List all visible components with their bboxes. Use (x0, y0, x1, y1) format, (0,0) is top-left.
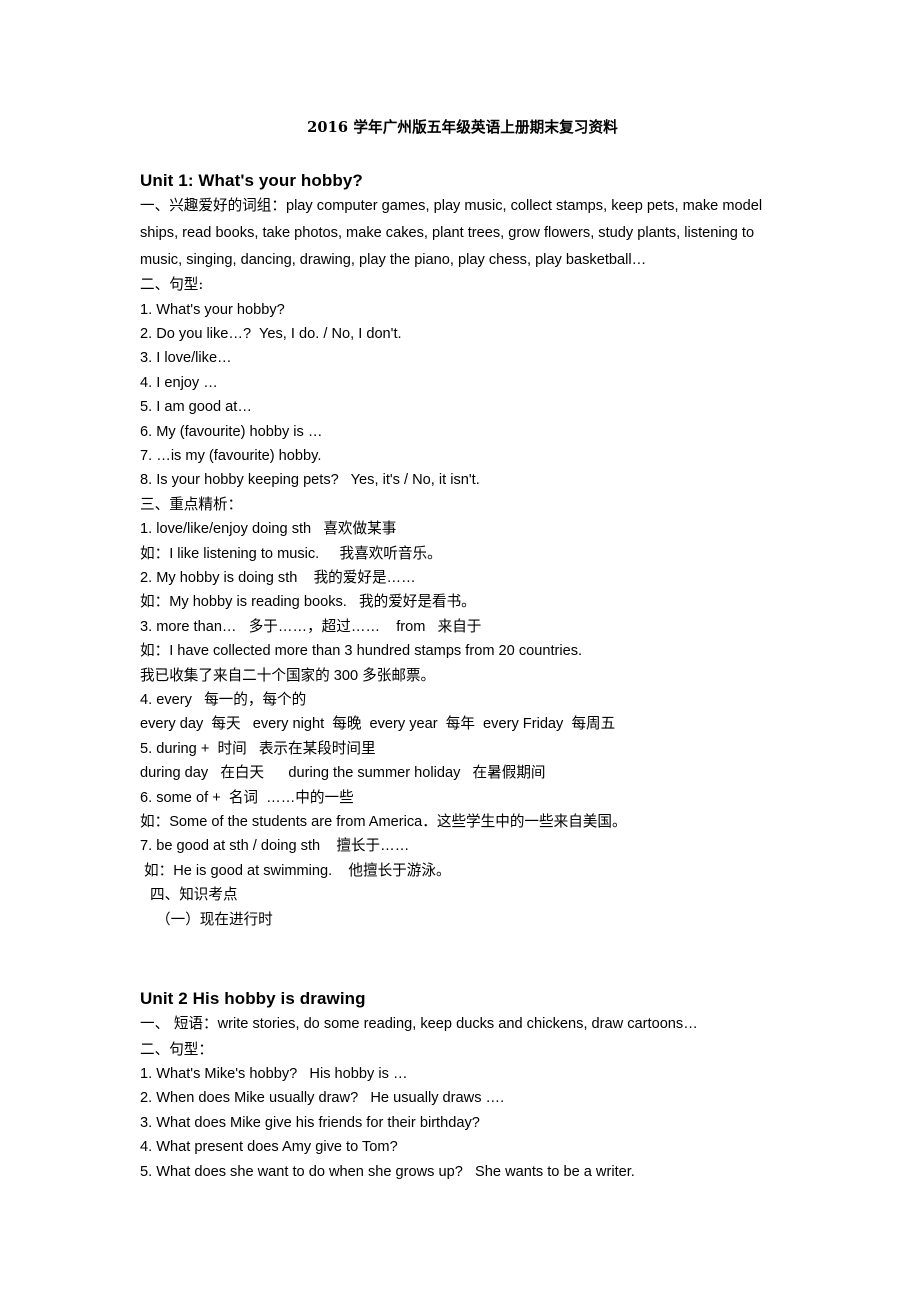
unit1-point-5-example: during day 在白天 during the summer holiday… (140, 765, 546, 782)
unit2-sentence-2: 2. When does Mike usually draw? He usual… (140, 1090, 505, 1107)
unit1-section4-label: 四、知识考点 (150, 886, 238, 904)
unit1-point-3-example: 如：I have collected more than 3 hundred s… (140, 643, 583, 660)
unit1-point-6: 6. some of + 名词 ……中的一些 (140, 789, 354, 806)
unit1-sentence-5: 5. I am good at… (140, 399, 252, 416)
document-page: 2016 学年广州版五年级英语上册期末复习资料 Unit 1: What's y… (0, 0, 920, 1302)
unit1-point-2-example: 如：My hobby is reading books. 我的爱好是看书。 (140, 594, 476, 611)
unit2-sentence-3: 3. What does Mike give his friends for t… (140, 1114, 480, 1131)
unit1-sentence-6: 6. My (favourite) hobby is … (140, 423, 323, 440)
unit2-section1-label: 一、 短语： (140, 1015, 218, 1033)
unit1-sentence-4: 4. I enjoy … (140, 374, 218, 391)
unit1-section3-label: 三、重点精析： (140, 495, 243, 513)
unit2-heading: Unit 2 His hobby is drawing (140, 989, 366, 1009)
unit1-section1-label: 一、兴趣爱好的词组： (140, 197, 286, 215)
unit1-sentence-7: 7. …is my (favourite) hobby. (140, 447, 322, 464)
unit1-point-7: 7. be good at sth / doing sth 擅长于…… (140, 838, 410, 855)
unit1-point-4-example: every day 每天 every night 每晚 every year 每… (140, 716, 616, 733)
unit1-point-1-example: 如：I like listening to music. 我喜欢听音乐。 (140, 545, 442, 562)
unit2-section2-label: 二、句型： (140, 1040, 213, 1058)
unit1-vocabulary-section: 一、兴趣爱好的词组：play computer games, play musi… (140, 193, 785, 273)
unit1-section2-label: 二、句型: (140, 276, 204, 294)
unit1-sentence-8: 8. Is your hobby keeping pets? Yes, it's… (140, 472, 480, 489)
unit1-point-1: 1. love/like/enjoy doing sth 喜欢做某事 (140, 521, 397, 538)
unit1-point-4: 4. every 每一的，每个的 (140, 692, 307, 709)
page-title: 2016 学年广州版五年级英语上册期末复习资料 (307, 119, 618, 136)
unit1-heading: Unit 1: What's your hobby? (140, 171, 363, 191)
unit1-sentence-3: 3. I love/like… (140, 350, 232, 367)
unit1-sentence-2: 2. Do you like…? Yes, I do. / No, I don'… (140, 325, 402, 342)
unit1-point-2: 2. My hobby is doing sth 我的爱好是…… (140, 570, 416, 587)
unit1-point-7-example: 如：He is good at swimming. 他擅长于游泳。 (144, 862, 451, 879)
unit2-sentence-5: 5. What does she want to do when she gro… (140, 1163, 635, 1180)
unit2-sentence-1: 1. What's Mike's hobby? His hobby is … (140, 1066, 408, 1083)
document-content: 2016 学年广州版五年级英语上册期末复习资料 Unit 1: What's y… (140, 0, 785, 1184)
unit2-phrases-section: 一、 短语：write stories, do some reading, ke… (140, 1011, 785, 1038)
unit1-point-3-translation: 我已收集了来自二十个国家的 300 多张邮票。 (140, 667, 436, 684)
unit1-point-5: 5. during + 时间 表示在某段时间里 (140, 740, 376, 757)
unit2-section1-body: write stories, do some reading, keep duc… (217, 1016, 698, 1033)
unit2-sentence-4: 4. What present does Amy give to Tom? (140, 1139, 398, 1156)
unit1-section4-subitem: （一）现在进行时 (156, 910, 273, 928)
unit1-point-3: 3. more than… 多于……，超过…… from 来自于 (140, 618, 482, 635)
unit1-point-6-example: 如：Some of the students are from America．… (140, 814, 627, 831)
unit1-sentence-1: 1. What's your hobby? (140, 301, 285, 318)
